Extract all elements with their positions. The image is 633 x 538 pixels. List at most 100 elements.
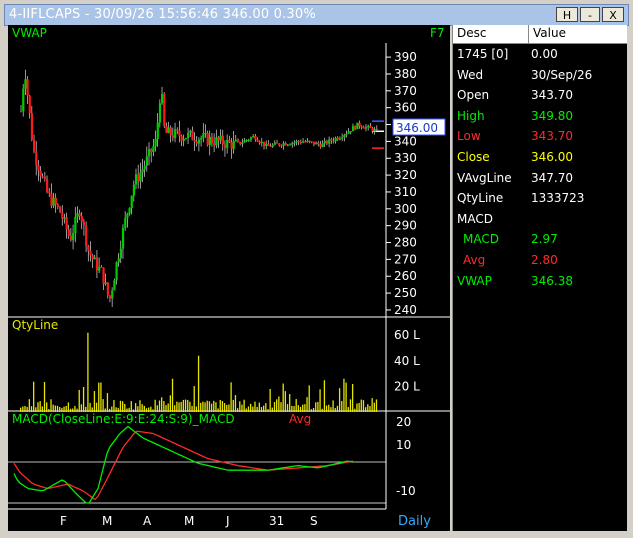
period-label[interactable]: Daily (398, 514, 431, 529)
qty-bar (306, 397, 308, 412)
qty-bar (330, 407, 332, 412)
candle-body (252, 135, 255, 138)
candle-body (46, 179, 49, 192)
qty-bar (299, 406, 302, 412)
qty-bar (221, 401, 224, 412)
candle-body (263, 141, 266, 147)
qty-bar (171, 378, 174, 412)
candle-body (371, 128, 374, 132)
chart-window: 4-IIFLCAPS - 30/09/26 15:56:46 346.00 0.… (0, 0, 633, 538)
candle-body (22, 88, 25, 112)
qty-bar (184, 399, 187, 412)
info-key: VAvgLine (457, 170, 512, 185)
qty-bar (308, 385, 310, 412)
info-key: MACD (457, 211, 493, 226)
candle-body (228, 139, 231, 143)
info-value: 343.70 (531, 129, 573, 144)
candle-body (247, 139, 251, 141)
qty-bar (191, 405, 193, 412)
info-key: High (457, 108, 485, 123)
qty-bar (282, 383, 284, 412)
candle-body (256, 139, 259, 142)
qty-bar (267, 409, 269, 412)
candle-body (139, 172, 142, 182)
help-button[interactable]: H (556, 7, 578, 22)
qty-bar (247, 406, 250, 412)
qty-bar (117, 408, 119, 412)
candle-body (358, 122, 361, 127)
candle-body (176, 129, 179, 131)
qty-bar (312, 408, 315, 412)
title-bar[interactable]: 4-IIFLCAPS - 30/09/26 15:56:46 346.00 0.… (4, 4, 629, 26)
qty-bar (137, 406, 139, 412)
qty-bar (369, 405, 371, 412)
qty-bar (50, 399, 52, 412)
qty-bar (169, 395, 172, 412)
qty-bar (286, 404, 289, 412)
qty-bar (67, 402, 70, 412)
candle-body (111, 290, 114, 299)
qty-bar (347, 407, 349, 412)
candle-body (364, 126, 368, 129)
candle-body (61, 212, 64, 219)
qty-bar (210, 403, 213, 412)
candle-body (132, 184, 136, 196)
candle-body (102, 267, 105, 285)
price-tick-label: 240 (394, 303, 417, 317)
qty-bar (78, 389, 80, 412)
qty-bar (349, 399, 352, 412)
candle-body (35, 151, 38, 165)
qty-bar (46, 402, 48, 412)
candle-body (106, 282, 109, 296)
x-tick-label: M (184, 514, 194, 528)
candle-body (239, 141, 242, 145)
candle-body (308, 140, 311, 142)
qty-bar (200, 402, 202, 412)
qty-bar (332, 400, 334, 412)
candle-body (171, 135, 175, 138)
candle-body (315, 142, 318, 145)
qty-bar (182, 399, 185, 412)
qty-bar (345, 382, 347, 412)
qty-bar (334, 408, 336, 412)
candle-body (78, 213, 81, 217)
qty-bar (59, 406, 61, 412)
macd-line (13, 425, 354, 504)
candle-body (91, 255, 94, 260)
price-tick-label: 270 (394, 252, 417, 266)
qty-bar (243, 399, 245, 412)
qty-bar (302, 404, 304, 412)
candle-body (330, 139, 333, 141)
minimize-button[interactable]: - (580, 7, 600, 22)
qty-bar (360, 399, 362, 412)
chart-canvas[interactable]: VWAP F7 QtyLine MACD(CloseLine:E:9:E:24:… (8, 25, 450, 531)
candle-body (143, 165, 146, 170)
qty-bar (76, 408, 78, 412)
qty-bar (128, 407, 130, 412)
price-tick-label: 330 (394, 151, 417, 165)
candle-body (67, 229, 70, 237)
chart-pane[interactable]: VWAP F7 QtyLine MACD(CloseLine:E:9:E:24:… (8, 25, 450, 531)
candle-body (108, 295, 112, 299)
candle-body (234, 139, 237, 141)
qty-bar (22, 406, 24, 412)
candle-body (360, 126, 363, 128)
candle-body (169, 127, 172, 136)
status-strip (0, 532, 633, 538)
candle-body (37, 164, 40, 171)
qty-bar (102, 399, 104, 412)
qty-bar (321, 408, 323, 412)
qty-bar (63, 406, 65, 412)
candle-body (30, 113, 34, 140)
close-button[interactable]: X (602, 7, 624, 22)
info-row: QtyLine 1333723 (453, 189, 627, 209)
candle-body (299, 141, 303, 143)
info-row: Close 346.00 (453, 148, 627, 168)
candle-body (124, 218, 127, 228)
qty-bar (100, 382, 102, 412)
x-tick-label: 31 (269, 514, 284, 528)
hotkey-label: F7 (430, 26, 445, 40)
candle-body (354, 126, 357, 130)
macd-tick-label: 20 (396, 415, 411, 429)
qty-bar (356, 403, 358, 412)
